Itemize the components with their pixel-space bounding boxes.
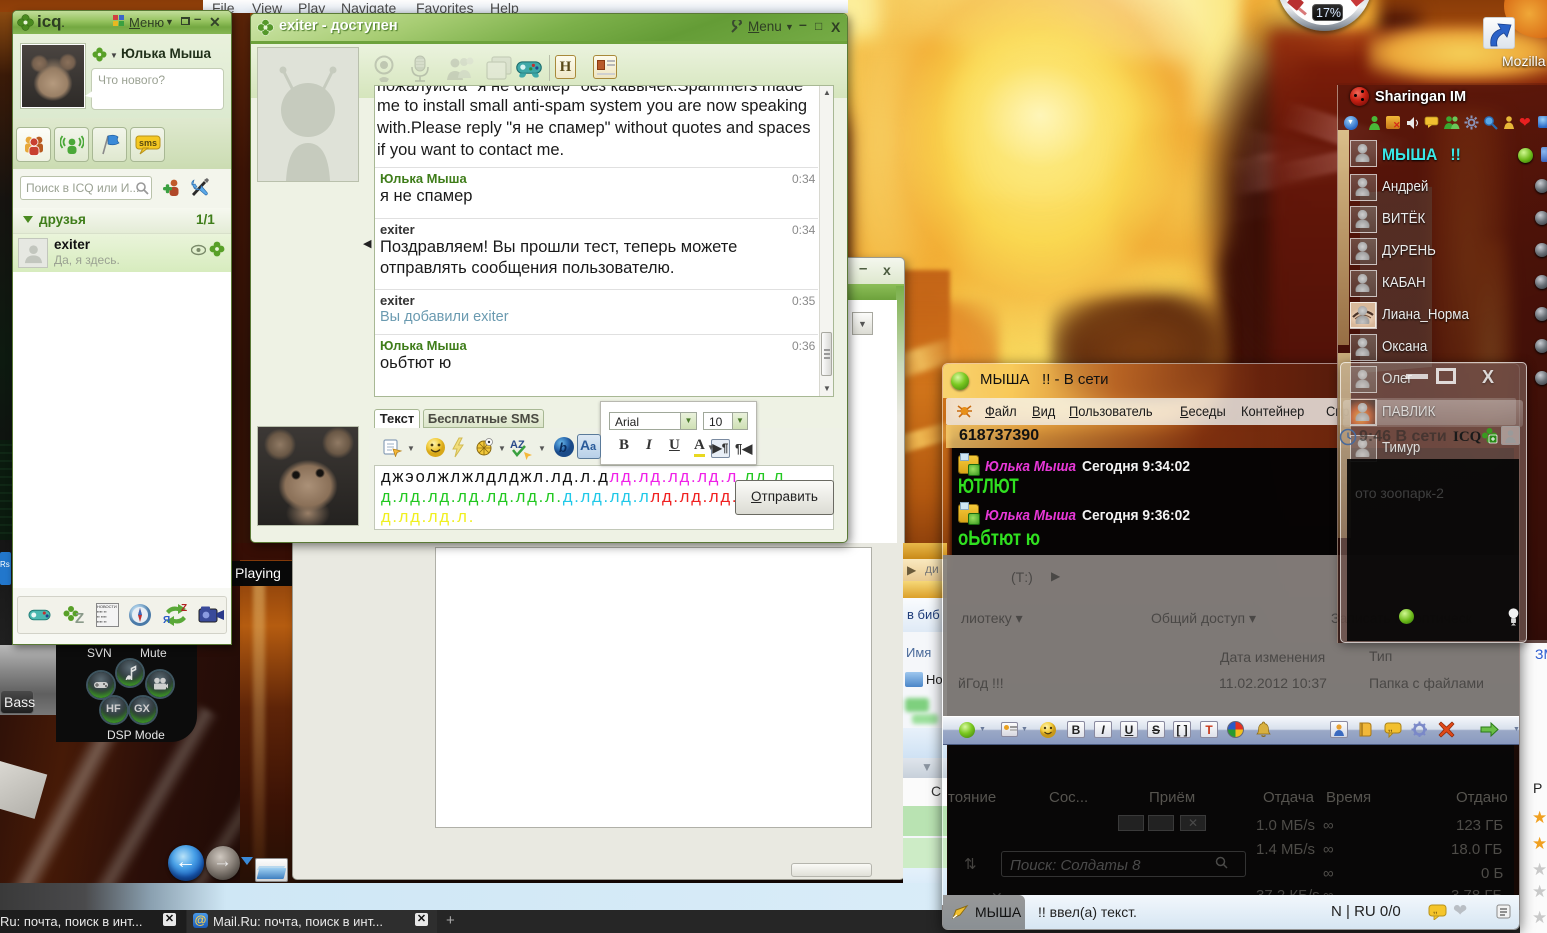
- svg-text:b: b: [559, 440, 567, 455]
- svg-text:Z: Z: [181, 603, 187, 614]
- svg-text:sms: sms: [139, 138, 157, 148]
- svg-text:Я: Я: [163, 615, 170, 626]
- svg-text:,,: ,,: [1433, 906, 1437, 915]
- svg-text:,,: ,,: [1388, 724, 1392, 733]
- svg-text:Z: Z: [75, 610, 84, 627]
